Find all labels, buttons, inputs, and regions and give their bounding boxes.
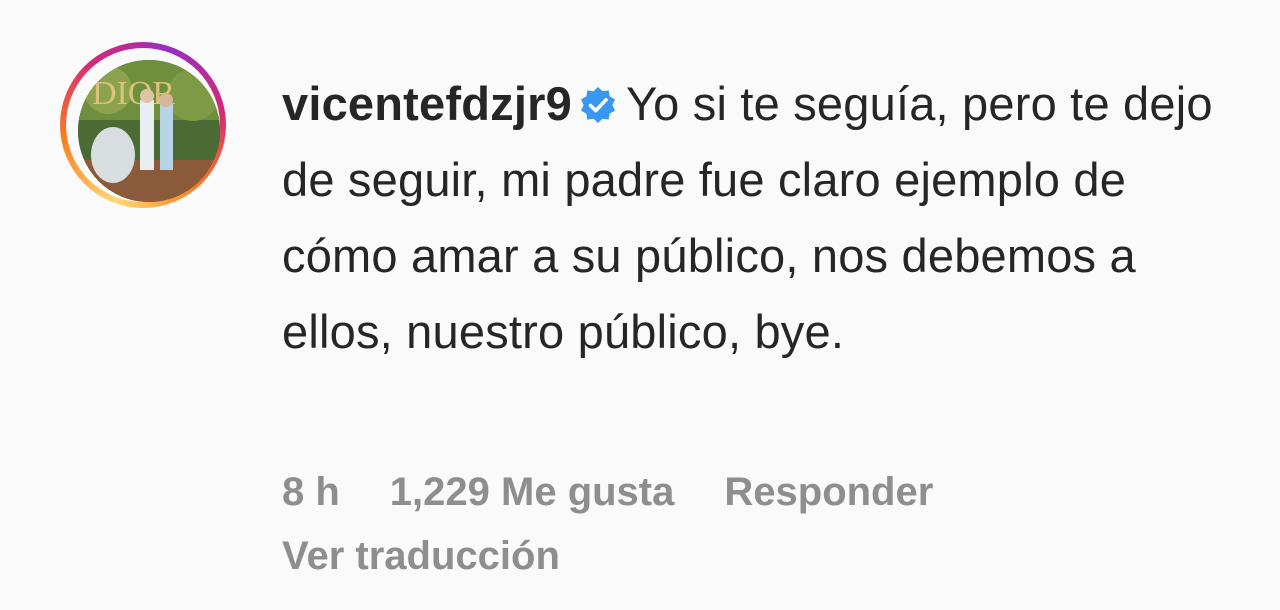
comment-meta: 8 h 1,229 Me gusta Responder — [282, 470, 983, 515]
comment-text-block: vicentefdzjr9 Yo si te seguía, pero te de… — [282, 66, 1232, 370]
comment-body: vicentefdzjr9 Yo si te seguía, pero te de… — [282, 66, 1232, 370]
comment: DIOR vicentefdzjr9 Yo si te seguía, pero … — [0, 0, 1280, 610]
avatar-story-ring[interactable]: DIOR — [60, 42, 226, 208]
username[interactable]: vicentefdzjr9 — [282, 77, 572, 130]
reply-button[interactable]: Responder — [724, 470, 933, 514]
likes-count[interactable]: 1,229 Me gusta — [390, 470, 675, 514]
see-translation-button[interactable]: Ver traducción — [282, 534, 560, 579]
avatar-image: DIOR — [78, 60, 220, 202]
verified-badge-icon — [580, 87, 615, 123]
avatar[interactable]: DIOR — [78, 60, 220, 202]
timestamp[interactable]: 8 h — [282, 470, 340, 514]
